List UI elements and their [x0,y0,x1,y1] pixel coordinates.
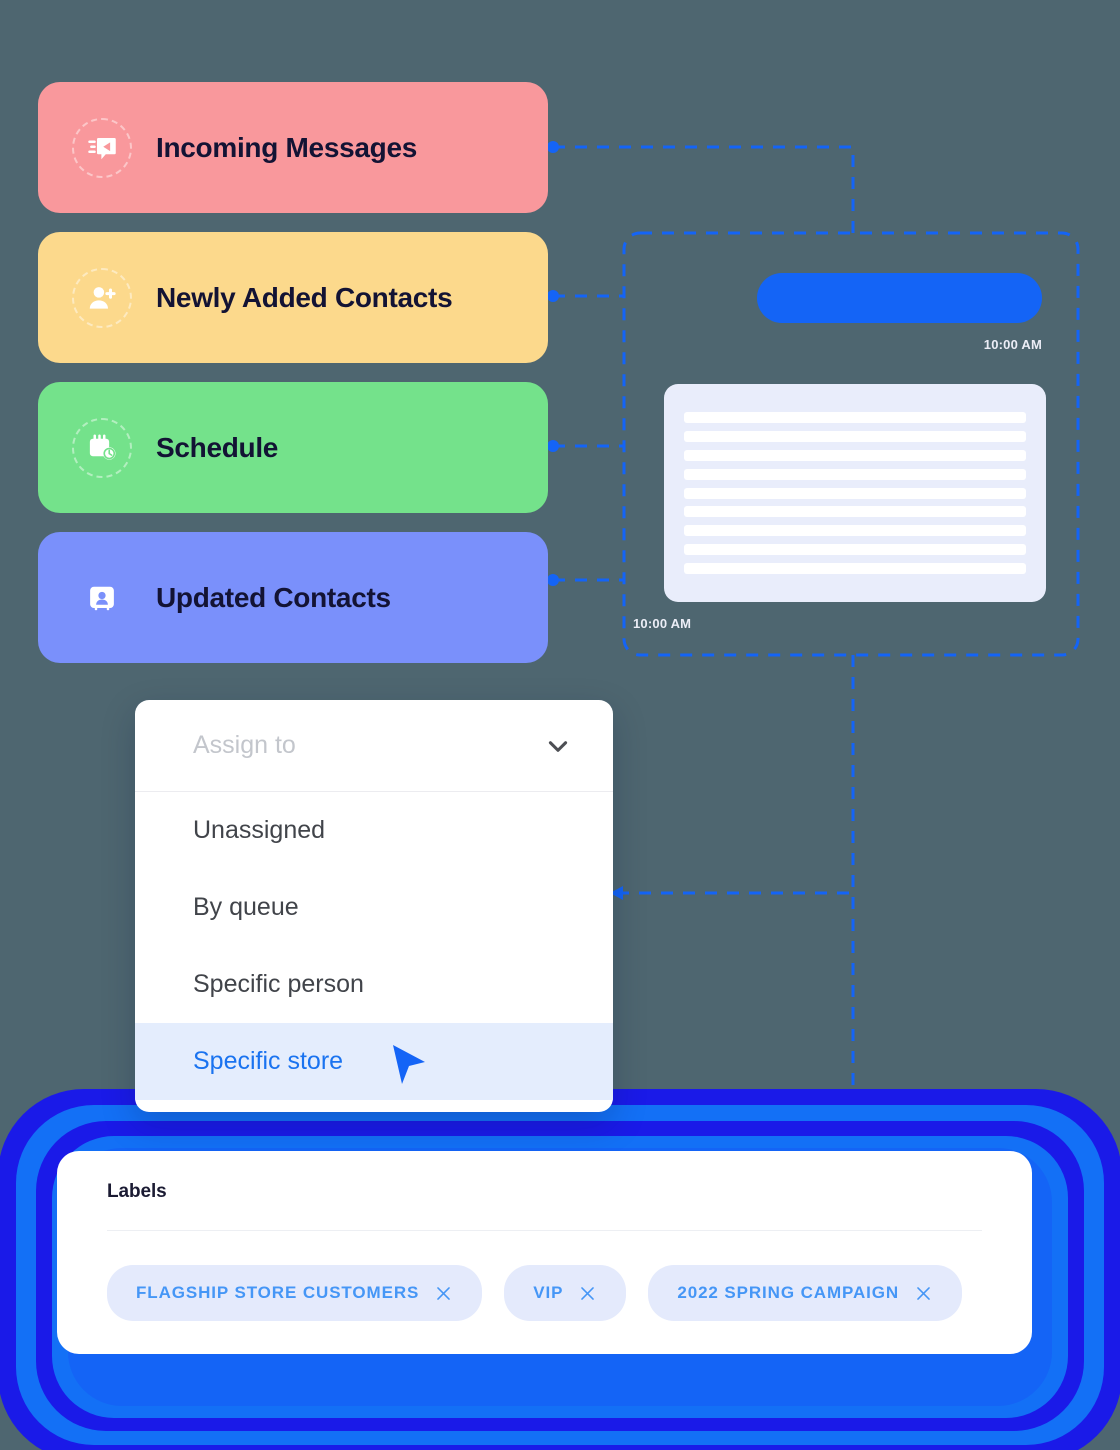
dropdown-option-unassigned[interactable]: Unassigned [135,792,613,869]
label-chip[interactable]: FLAGSHIP STORE CUSTOMERS [107,1265,483,1321]
incoming-message-bubble [664,384,1046,602]
wire-group-to-dropdown [615,655,855,895]
placeholder-line [684,487,1026,499]
trigger-card-updated-contacts[interactable]: Updated Contacts [38,532,548,663]
placeholder-line [684,506,1026,518]
incoming-message-timestamp: 10:00 AM [633,616,692,631]
label-chip-text: VIP [533,1283,564,1302]
calendar-clock-icon [63,408,141,487]
trigger-card-schedule[interactable]: Schedule [38,382,548,513]
incoming-message-icon [63,108,141,187]
dropdown-option-label: Specific store [193,1047,344,1075]
wire-endpoint-dots [547,141,559,586]
automation-flow-illustration: Incoming Messages Newly Added Contacts S… [0,0,1120,1450]
label-chip[interactable]: VIP [504,1265,627,1321]
label-chip-list: FLAGSHIP STORE CUSTOMERS VIP 2022 SPRING… [107,1231,982,1321]
placeholder-line [684,468,1026,480]
trigger-card-incoming-messages[interactable]: Incoming Messages [38,82,548,213]
wire-incoming-messages [553,145,855,233]
placeholder-line [684,449,1026,461]
conversation-preview: 10:00 AM 10:00 AM [623,232,1078,655]
trigger-card-newly-added-contacts[interactable]: Newly Added Contacts [38,232,548,363]
mouse-pointer-icon [387,1041,429,1087]
trigger-card-list: Incoming Messages Newly Added Contacts S… [38,82,548,682]
assign-to-placeholder: Assign to [193,731,296,759]
placeholder-line [684,430,1026,442]
dropdown-option-label: By queue [193,893,299,921]
label-chip[interactable]: 2022 SPRING CAMPAIGN [648,1265,963,1321]
label-chip-text: 2022 SPRING CAMPAIGN [677,1283,900,1302]
dropdown-option-specific-person[interactable]: Specific person [135,946,613,1023]
dropdown-option-label: Specific person [193,970,364,998]
close-icon[interactable] [434,1284,453,1303]
assign-to-dropdown[interactable]: Assign to Unassigned By queue Specific p… [135,700,613,1112]
dropdown-option-specific-store[interactable]: Specific store [135,1023,613,1100]
contact-card-icon [72,568,132,628]
assign-to-select[interactable]: Assign to [135,700,613,792]
labels-panel: Labels FLAGSHIP STORE CUSTOMERS VIP 2022… [57,1151,1032,1354]
close-icon[interactable] [914,1284,933,1303]
trigger-card-label: Incoming Messages [156,131,417,163]
placeholder-line [684,563,1026,574]
label-chip-text: FLAGSHIP STORE CUSTOMERS [136,1283,420,1302]
dropdown-option-by-queue[interactable]: By queue [135,869,613,946]
dropdown-option-label: Unassigned [193,816,326,844]
close-icon[interactable] [578,1284,597,1303]
trigger-card-label: Updated Contacts [156,581,391,613]
outgoing-message-timestamp: 10:00 AM [983,337,1042,352]
placeholder-line [684,544,1026,556]
trigger-card-label: Newly Added Contacts [156,281,453,313]
labels-panel-title: Labels [107,1151,982,1231]
trigger-card-label: Schedule [156,431,279,463]
outgoing-message-bubble [757,273,1042,323]
chevron-down-icon[interactable] [545,733,571,759]
add-person-icon [63,258,141,337]
placeholder-line [684,412,1026,423]
placeholder-line [684,525,1026,537]
